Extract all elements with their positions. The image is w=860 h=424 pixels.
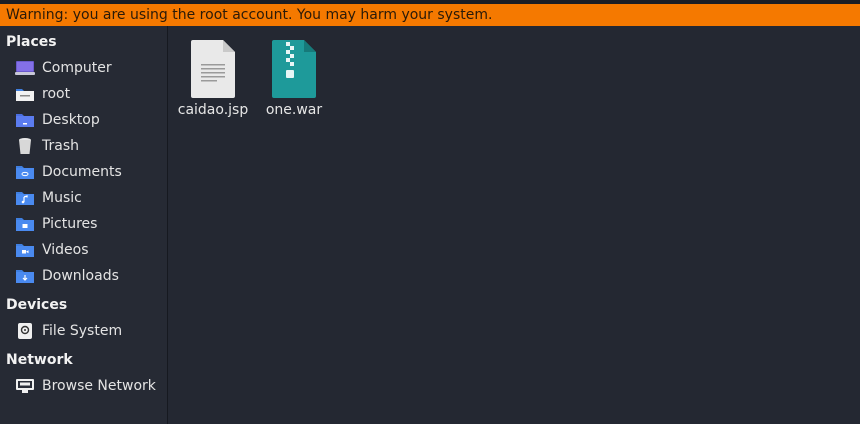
file-item[interactable]: one.war	[254, 40, 334, 118]
sidebar-item-computer[interactable]: Computer	[14, 57, 164, 79]
root-warning-banner: Warning: you are using the root account.…	[0, 4, 860, 26]
sidebar-item-file-system[interactable]: File System	[14, 320, 164, 342]
file-name: caidao.jsp	[177, 102, 249, 118]
sidebar-item-label: Music	[42, 190, 82, 206]
file-view[interactable]: caidao.jsp one.war	[169, 26, 860, 424]
sidebar-item-label: Desktop	[42, 112, 100, 128]
sidebar-item-music[interactable]: Music	[14, 187, 164, 209]
sidebar-item-label: Computer	[42, 60, 112, 76]
trash-icon	[14, 137, 36, 155]
sidebar-item-label: Browse Network	[42, 378, 156, 394]
file-name: one.war	[265, 102, 323, 118]
videos-folder-icon	[14, 241, 36, 259]
documents-folder-icon	[14, 163, 36, 181]
drive-icon	[14, 322, 36, 340]
network-header: Network	[6, 352, 73, 368]
desktop-folder-icon	[14, 111, 36, 129]
downloads-folder-icon	[14, 267, 36, 285]
pictures-folder-icon	[14, 215, 36, 233]
text-file-icon	[189, 40, 237, 98]
sidebar-item-label: root	[42, 86, 71, 102]
sidebar-item-label: Pictures	[42, 216, 98, 232]
sidebar-item-label: Documents	[42, 164, 122, 180]
sidebar-item-label: File System	[42, 323, 123, 339]
sidebar-item-documents[interactable]: Documents	[14, 161, 164, 183]
sidebar-item-downloads[interactable]: Downloads	[14, 265, 164, 287]
file-item[interactable]: caidao.jsp	[173, 40, 253, 118]
network-icon	[14, 377, 36, 395]
archive-file-icon	[270, 40, 318, 98]
sidebar-item-label: Trash	[42, 138, 79, 154]
sidebar-item-videos[interactable]: Videos	[14, 239, 164, 261]
sidebar-item-label: Videos	[42, 242, 89, 258]
sidebar-item-desktop[interactable]: Desktop	[14, 109, 164, 131]
sidebar-item-browse-network[interactable]: Browse Network	[14, 375, 164, 397]
sidebar-item-label: Downloads	[42, 268, 119, 284]
sidebar-item-pictures[interactable]: Pictures	[14, 213, 164, 235]
computer-icon	[14, 59, 36, 77]
devices-header: Devices	[6, 297, 68, 313]
home-folder-icon	[14, 85, 36, 103]
sidebar-item-trash[interactable]: Trash	[14, 135, 164, 157]
music-folder-icon	[14, 189, 36, 207]
sidebar-item-root[interactable]: root	[14, 83, 164, 105]
places-header: Places	[6, 34, 57, 50]
sidebar: Places Computer root Desktop Trash Docum…	[0, 26, 168, 424]
